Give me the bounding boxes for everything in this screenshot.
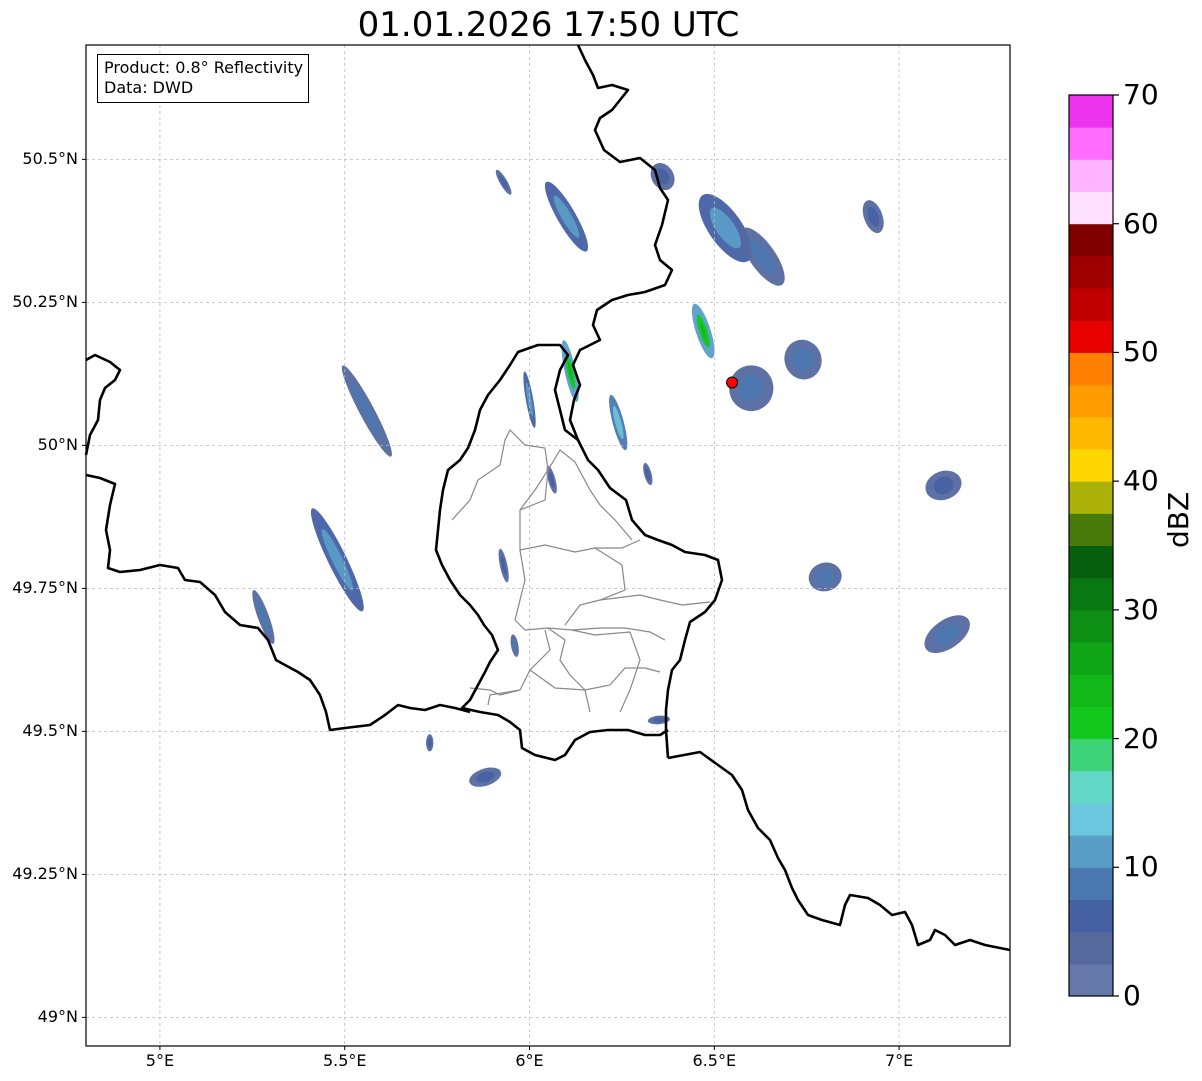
product-label: Product: 0.8° Reflectivity (104, 58, 304, 77)
echo-cell (544, 181, 589, 252)
echo-layer (252, 162, 970, 787)
lon-tick-label: 6°E (515, 1051, 544, 1070)
lat-tick-label: 49°N (37, 1007, 78, 1027)
radar-map[interactable] (0, 0, 1202, 1081)
colorbar-tick-label: 20 (1123, 721, 1159, 755)
echo-cell (643, 462, 653, 486)
echo-cell (650, 162, 675, 191)
echo-cell (498, 548, 509, 583)
echo-cell (925, 470, 962, 501)
echo-cell (924, 615, 970, 654)
lon-tick-label: 5.5°E (322, 1051, 367, 1070)
lat-tick-label: 49.25°N (12, 864, 78, 884)
lat-tick-label: 50.5°N (22, 149, 78, 169)
lat-tick-label: 49.75°N (12, 578, 78, 598)
lon-tick-label: 5°E (145, 1051, 175, 1070)
lat-tick-label: 50°N (37, 435, 78, 455)
echo-cell (495, 169, 512, 195)
echo-cell (510, 634, 519, 657)
country-borders (84, 44, 1011, 952)
colorbar-tick-label: 40 (1123, 464, 1159, 498)
echo-cell (808, 562, 842, 592)
data-source-label: Data: DWD (104, 78, 194, 97)
colorbar-tick-label: 30 (1123, 592, 1159, 626)
radar-site-marker[interactable] (726, 376, 739, 389)
echo-cell (469, 767, 502, 787)
lon-tick-label: 7°E (884, 1051, 914, 1070)
colorbar-label: dBZ (1162, 491, 1195, 548)
colorbar-tick-label: 0 (1123, 979, 1141, 1012)
echo-cell (862, 200, 884, 234)
echo-cell (426, 734, 434, 752)
echo-cell (310, 508, 364, 612)
product-info-box: Product: 0.8° Reflectivity Data: DWD (97, 54, 310, 103)
echo-cell (609, 394, 628, 451)
echo-cell (729, 365, 774, 412)
lat-tick-label: 49.5°N (22, 721, 78, 741)
colorbar-tick-label: 70 (1123, 78, 1159, 111)
lat-tick-label: 50.25°N (12, 292, 78, 312)
radar-site-dot[interactable] (726, 376, 739, 389)
map-title: 01.01.2026 17:50 UTC (357, 5, 740, 45)
colorbar-tick-label: 60 (1123, 206, 1159, 240)
echo-cell (784, 339, 822, 380)
colorbar-tick-label: 50 (1123, 335, 1159, 369)
colorbar-tick-label: 10 (1123, 850, 1159, 884)
echo-cell (252, 590, 275, 644)
lon-tick-label: 6.5°E (692, 1051, 737, 1070)
